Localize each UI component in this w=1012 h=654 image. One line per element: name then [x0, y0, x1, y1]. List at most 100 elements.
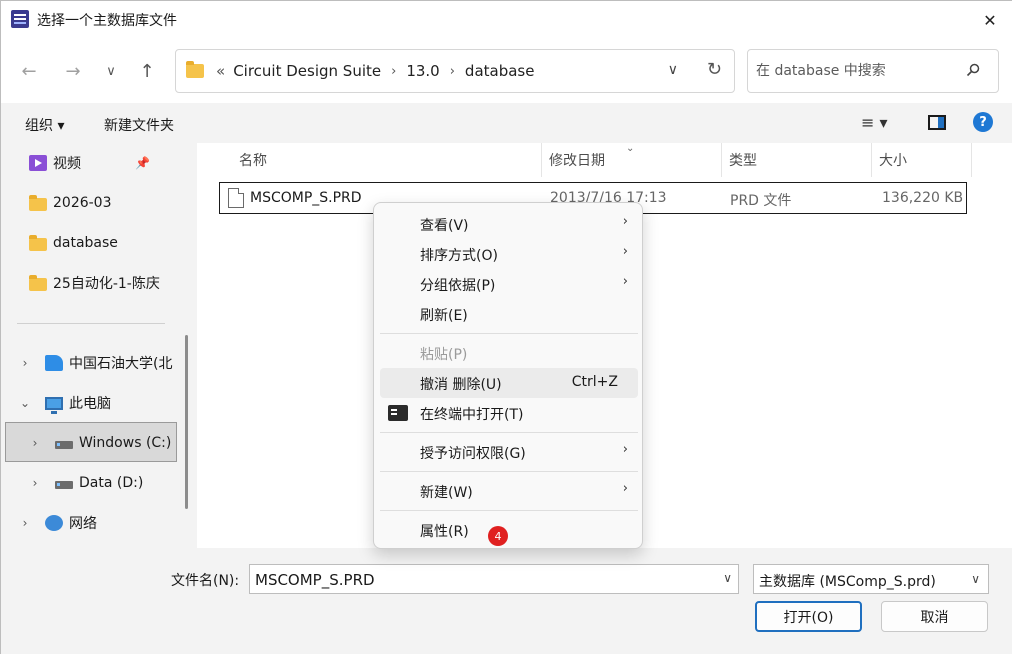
column-divider[interactable] [871, 143, 872, 177]
chevron-down-icon[interactable]: ∨ [971, 572, 980, 586]
file-icon [228, 188, 244, 208]
annotation-badge: 4 [488, 526, 508, 546]
folder-icon [29, 194, 47, 211]
sidebar-item-videos[interactable]: 视频 📌 [29, 145, 150, 181]
sidebar-item-label: 25自动化-1-陈庆 [53, 276, 160, 292]
chevron-right-icon: › [622, 274, 628, 289]
sidebar-item-windows-c[interactable]: › Windows (C:) [27, 425, 172, 461]
address-row: ← → ∨ ↑ « Circuit Design Suite › 13.0 › … [1, 39, 1012, 103]
sidebar-item-database[interactable]: database [29, 225, 118, 261]
menu-item-view[interactable]: 查看(V) › [380, 209, 638, 239]
close-button[interactable]: ✕ [967, 1, 1012, 39]
filetype-select[interactable]: 主数据库 (MSComp_S.prd) ∨ [753, 564, 989, 594]
column-divider[interactable] [971, 143, 972, 177]
menu-item-refresh[interactable]: 刷新(E) [380, 299, 638, 329]
menu-item-new[interactable]: 新建(W) › [380, 476, 638, 506]
pin-icon[interactable]: 📌 [135, 156, 150, 170]
sidebar-item-label: Data (D:) [79, 475, 144, 491]
menu-item-group-by[interactable]: 分组依据(P) › [380, 269, 638, 299]
network-icon [45, 515, 63, 531]
view-options-button[interactable]: ≡ ▾ [861, 113, 888, 132]
app-icon [11, 10, 29, 28]
refresh-icon[interactable]: ↻ [707, 59, 722, 80]
menu-item-properties[interactable]: 属性(R) [380, 515, 638, 545]
breadcrumb-13-0[interactable]: 13.0 [406, 62, 439, 80]
column-header-type[interactable]: 类型 [729, 143, 757, 177]
breadcrumb-separator-icon: › [391, 63, 397, 79]
chevron-right-icon[interactable]: › [17, 516, 33, 530]
filename-value: MSCOMP_S.PRD [255, 571, 375, 589]
column-header-date[interactable]: 修改日期 [549, 143, 605, 177]
column-header-name[interactable]: 名称 [239, 143, 267, 177]
sidebar-item-cloud[interactable]: › 中国石油大学(北 [17, 345, 172, 381]
sidebar-item-network[interactable]: › 网络 [17, 505, 97, 541]
sidebar-item-this-pc[interactable]: ⌄ 此电脑 [17, 385, 111, 421]
nav-scrollbar[interactable] [185, 335, 188, 509]
sidebar-item-automation-folder[interactable]: 25自动化-1-陈庆 [29, 265, 160, 301]
breadcrumb-circuit-design-suite[interactable]: Circuit Design Suite [233, 62, 381, 80]
forward-arrow-icon: → [65, 60, 81, 82]
file-size: 136,220 KB [882, 190, 964, 206]
chevron-down-icon[interactable]: ∨ [723, 571, 732, 585]
file-open-dialog: 选择一个主数据库文件 ✕ ← → ∨ ↑ « Circuit Design Su… [0, 0, 1012, 654]
breadcrumb-database[interactable]: database [465, 62, 535, 80]
new-folder-button[interactable]: 新建文件夹 [104, 115, 174, 135]
back-button[interactable]: ← [15, 57, 43, 85]
menu-item-open-in-terminal[interactable]: 在终端中打开(T) [380, 398, 638, 428]
forward-button[interactable]: → [59, 57, 87, 85]
up-button[interactable]: ↑ [133, 57, 161, 85]
sidebar-item-2026-03[interactable]: 2026-03 [29, 185, 112, 221]
file-type: PRD 文件 [730, 193, 792, 209]
menu-item-give-access[interactable]: 授予访问权限(G) › [380, 437, 638, 467]
chevron-down-icon: ∨ [106, 63, 116, 79]
sidebar-item-label: 此电脑 [69, 396, 111, 412]
cloud-drive-icon [45, 355, 63, 371]
chevron-right-icon[interactable]: › [27, 476, 43, 490]
filename-input[interactable]: MSCOMP_S.PRD ∨ [249, 564, 739, 594]
search-input[interactable] [756, 60, 956, 82]
open-button[interactable]: 打开(O) [755, 601, 862, 632]
menu-item-sort-by[interactable]: 排序方式(O) › [380, 239, 638, 269]
chevron-right-icon[interactable]: › [27, 436, 43, 450]
chevron-down-icon[interactable]: ⌄ [17, 396, 33, 410]
filetype-value: 主数据库 (MSComp_S.prd) [759, 574, 936, 590]
chevron-right-icon: › [622, 442, 628, 457]
bottom-panel: 文件名(N): MSCOMP_S.PRD ∨ 主数据库 (MSComp_S.pr… [1, 548, 1012, 654]
sidebar-item-label: 网络 [69, 516, 97, 532]
file-name: MSCOMP_S.PRD [250, 190, 362, 206]
search-box [747, 49, 999, 93]
search-icon[interactable] [966, 63, 980, 77]
sidebar-item-data-d[interactable]: › Data (D:) [27, 465, 144, 501]
address-bar[interactable]: « Circuit Design Suite › 13.0 › database… [175, 49, 735, 93]
preview-pane-icon[interactable] [928, 115, 946, 130]
sidebar-item-label: 2026-03 [53, 195, 112, 211]
chevron-right-icon[interactable]: › [17, 356, 33, 370]
up-arrow-icon: ↑ [139, 60, 155, 82]
column-divider[interactable] [721, 143, 722, 177]
drive-icon [55, 441, 73, 449]
column-divider[interactable] [541, 143, 542, 177]
terminal-icon [388, 405, 408, 421]
computer-icon [45, 396, 63, 414]
menu-item-paste: 粘贴(P) [420, 347, 468, 363]
chevron-right-icon: › [622, 481, 628, 496]
address-dropdown-icon[interactable]: ∨ [668, 62, 678, 78]
sort-descending-icon: ⌄ [626, 143, 635, 154]
context-menu: 查看(V) › 排序方式(O) › 分组依据(P) › 刷新(E) 粘贴(P) … [373, 202, 643, 549]
breadcrumb-overflow[interactable]: « [216, 62, 225, 80]
chevron-right-icon: › [622, 214, 628, 229]
command-bar: 组织 ▾ 新建文件夹 ≡ ▾ ? [1, 103, 1012, 143]
cancel-button[interactable]: 取消 [881, 601, 988, 632]
organize-button[interactable]: 组织 ▾ [25, 115, 64, 135]
menu-separator [380, 471, 638, 472]
back-arrow-icon: ← [21, 60, 37, 82]
column-header-size[interactable]: 大小 [879, 143, 907, 177]
menu-separator [380, 432, 638, 433]
menu-item-undo-delete[interactable]: 撤消 删除(U) Ctrl+Z [380, 368, 638, 398]
sidebar-item-label: Windows (C:) [79, 435, 172, 451]
chevron-right-icon: › [622, 244, 628, 259]
sidebar-item-label: 中国石油大学(北 [69, 356, 173, 372]
shortcut-label: Ctrl+Z [571, 374, 618, 390]
help-icon[interactable]: ? [973, 112, 993, 132]
recent-locations-button[interactable]: ∨ [97, 57, 125, 85]
